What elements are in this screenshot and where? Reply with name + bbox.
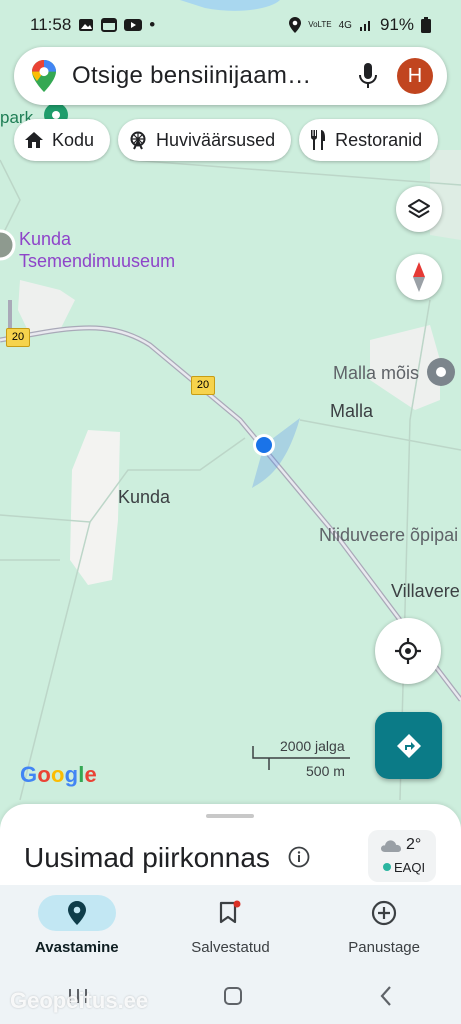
back-icon[interactable] xyxy=(378,985,394,1007)
youtube-icon xyxy=(124,19,143,31)
weather-temp: 2° xyxy=(406,836,422,853)
nav-explore-pill xyxy=(37,895,116,931)
maps-logo-icon xyxy=(32,60,56,92)
ferris-wheel-icon xyxy=(130,131,146,150)
explore-pin-icon xyxy=(67,901,86,925)
nav-contribute[interactable]: Panustage xyxy=(309,885,459,956)
clock: 11:58 xyxy=(30,15,72,34)
layers-icon xyxy=(408,199,430,218)
home-icon xyxy=(25,132,43,148)
chip-restaurants-label: Restoranid xyxy=(335,129,423,150)
crosshair-icon xyxy=(395,638,421,664)
restaurant-icon xyxy=(311,130,326,150)
map-label-niiduveere[interactable]: Niiduveere õpipai xyxy=(319,525,458,546)
bottom-nav: Avastamine Salvestatud Panustage xyxy=(0,885,461,967)
map-label-kunda[interactable]: Kunda xyxy=(118,487,170,508)
nav-contribute-label: Panustage xyxy=(348,939,420,956)
watermark-text: Geopeitus.ee xyxy=(10,988,149,1013)
notification-dot: • xyxy=(149,15,156,34)
account-avatar[interactable]: H xyxy=(397,58,433,94)
calendar-icon xyxy=(101,18,118,32)
chip-home[interactable]: Kodu xyxy=(14,119,111,161)
sheet-drag-handle[interactable] xyxy=(206,814,254,818)
network-type: 4G xyxy=(338,19,352,31)
nav-explore[interactable]: Avastamine xyxy=(2,885,152,956)
aqi-dot xyxy=(383,863,391,871)
status-bar: 11:58 • VoLTE 4G 91% xyxy=(0,0,461,50)
battery-icon xyxy=(421,17,431,33)
road-shield-20: 20 xyxy=(191,376,215,395)
scale-imperial: 2000 jalga xyxy=(280,738,345,754)
google-logo: Google xyxy=(20,762,97,787)
status-right: VoLTE 4G 91% xyxy=(289,15,431,35)
map-label-museum[interactable]: Kunda Tsemendimuuseum xyxy=(19,228,175,272)
home-button-icon[interactable] xyxy=(222,985,244,1007)
add-circle-icon xyxy=(372,900,397,926)
map-label-villavere[interactable]: Villavere xyxy=(391,581,460,602)
map-label-malla-mois[interactable]: Malla mõis xyxy=(333,363,419,384)
map-label-malla[interactable]: Malla xyxy=(330,401,373,422)
chip-restaurants[interactable]: Restoranid xyxy=(299,119,439,161)
directions-icon xyxy=(396,733,421,758)
my-location-button[interactable] xyxy=(375,618,441,684)
location-icon xyxy=(289,17,302,33)
search-input[interactable]: Otsige bensiinijaam… xyxy=(72,62,359,90)
info-icon[interactable] xyxy=(288,846,310,868)
compass-icon xyxy=(413,262,425,292)
chip-attractions-label: Huviväärsused xyxy=(156,129,276,150)
category-chips: Kodu Huviväärsused Restoranid xyxy=(14,119,439,161)
compass-button[interactable] xyxy=(396,254,442,300)
weather-widget[interactable]: 2° EAQI xyxy=(368,830,436,882)
bottom-sheet[interactable]: Uusimad piirkonnas 2° EAQI xyxy=(0,804,461,888)
chip-attractions[interactable]: Huviväärsused xyxy=(118,119,292,161)
nav-saved-pill xyxy=(191,895,269,931)
museum-line2: Tsemendimuuseum xyxy=(19,251,176,271)
road-shield-20: 20 xyxy=(6,328,30,347)
sheet-title: Uusimad piirkonnas xyxy=(24,842,270,873)
battery-percent: 91% xyxy=(379,15,414,34)
signal-icon xyxy=(359,21,370,31)
directions-button[interactable] xyxy=(375,712,442,779)
nav-contribute-pill xyxy=(345,895,423,931)
map-scale: 2000 jalga 500 m xyxy=(252,738,352,780)
scale-metric: 500 m xyxy=(306,763,345,779)
gallery-icon xyxy=(79,19,94,31)
weather-aqi: EAQI xyxy=(394,860,426,875)
layers-button[interactable] xyxy=(396,186,442,232)
nav-saved[interactable]: Salvestatud xyxy=(155,885,305,956)
microphone-icon[interactable] xyxy=(359,63,377,89)
chip-home-label: Kodu xyxy=(52,129,95,150)
nav-explore-label: Avastamine xyxy=(35,939,119,956)
search-bar[interactable]: Otsige bensiinijaam… H xyxy=(14,47,447,105)
museum-line1: Kunda xyxy=(19,229,72,249)
bookmark-icon xyxy=(220,900,241,924)
volte-indicator: VoLTE xyxy=(308,20,332,29)
status-left: 11:58 • xyxy=(30,15,155,35)
cloud-icon xyxy=(381,840,401,852)
nav-saved-label: Salvestatud xyxy=(191,939,270,956)
